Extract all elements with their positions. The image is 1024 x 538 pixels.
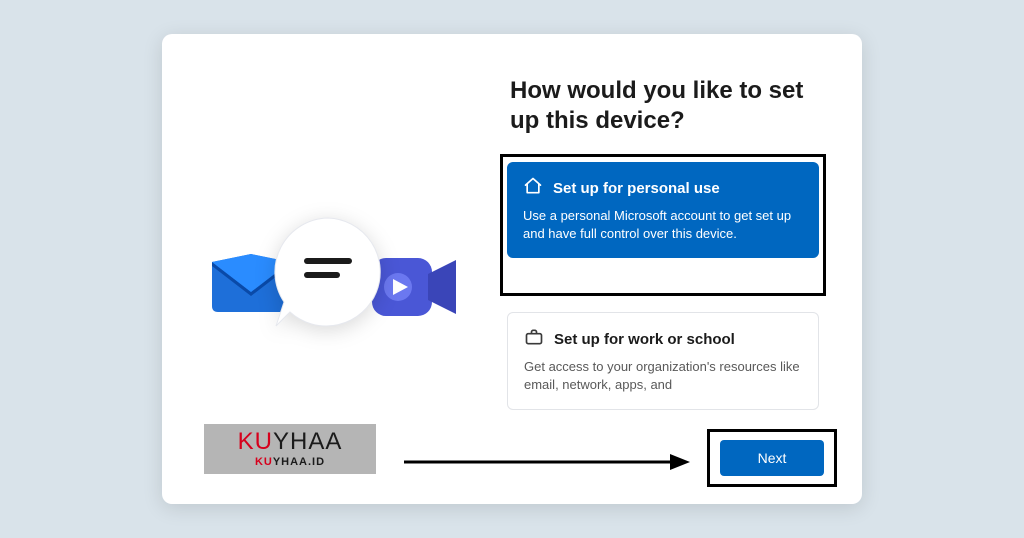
- next-button[interactable]: Next: [720, 440, 824, 476]
- illustration-cluster: [206, 234, 466, 384]
- option-work-desc: Get access to your organization's resour…: [524, 358, 802, 393]
- watermark-badge: KUYHAA KUYHAA.ID: [204, 424, 376, 474]
- page-title: How would you like to set up this device…: [510, 76, 810, 136]
- watermark-small-text: KUYHAA.ID: [255, 456, 325, 468]
- annotation-highlight-option: [500, 154, 826, 296]
- content-area: How would you like to set up this device…: [162, 34, 862, 504]
- watermark-big-text: KUYHAA: [238, 430, 343, 454]
- option-work-title: Set up for work or school: [554, 331, 735, 348]
- briefcase-icon: [524, 327, 544, 352]
- chat-bubble-icon: [268, 212, 388, 332]
- next-button-label: Next: [758, 450, 787, 466]
- option-work-school[interactable]: Set up for work or school Get access to …: [507, 312, 819, 410]
- oobe-setup-card: How would you like to set up this device…: [162, 34, 862, 504]
- annotation-arrow-icon: [402, 452, 692, 472]
